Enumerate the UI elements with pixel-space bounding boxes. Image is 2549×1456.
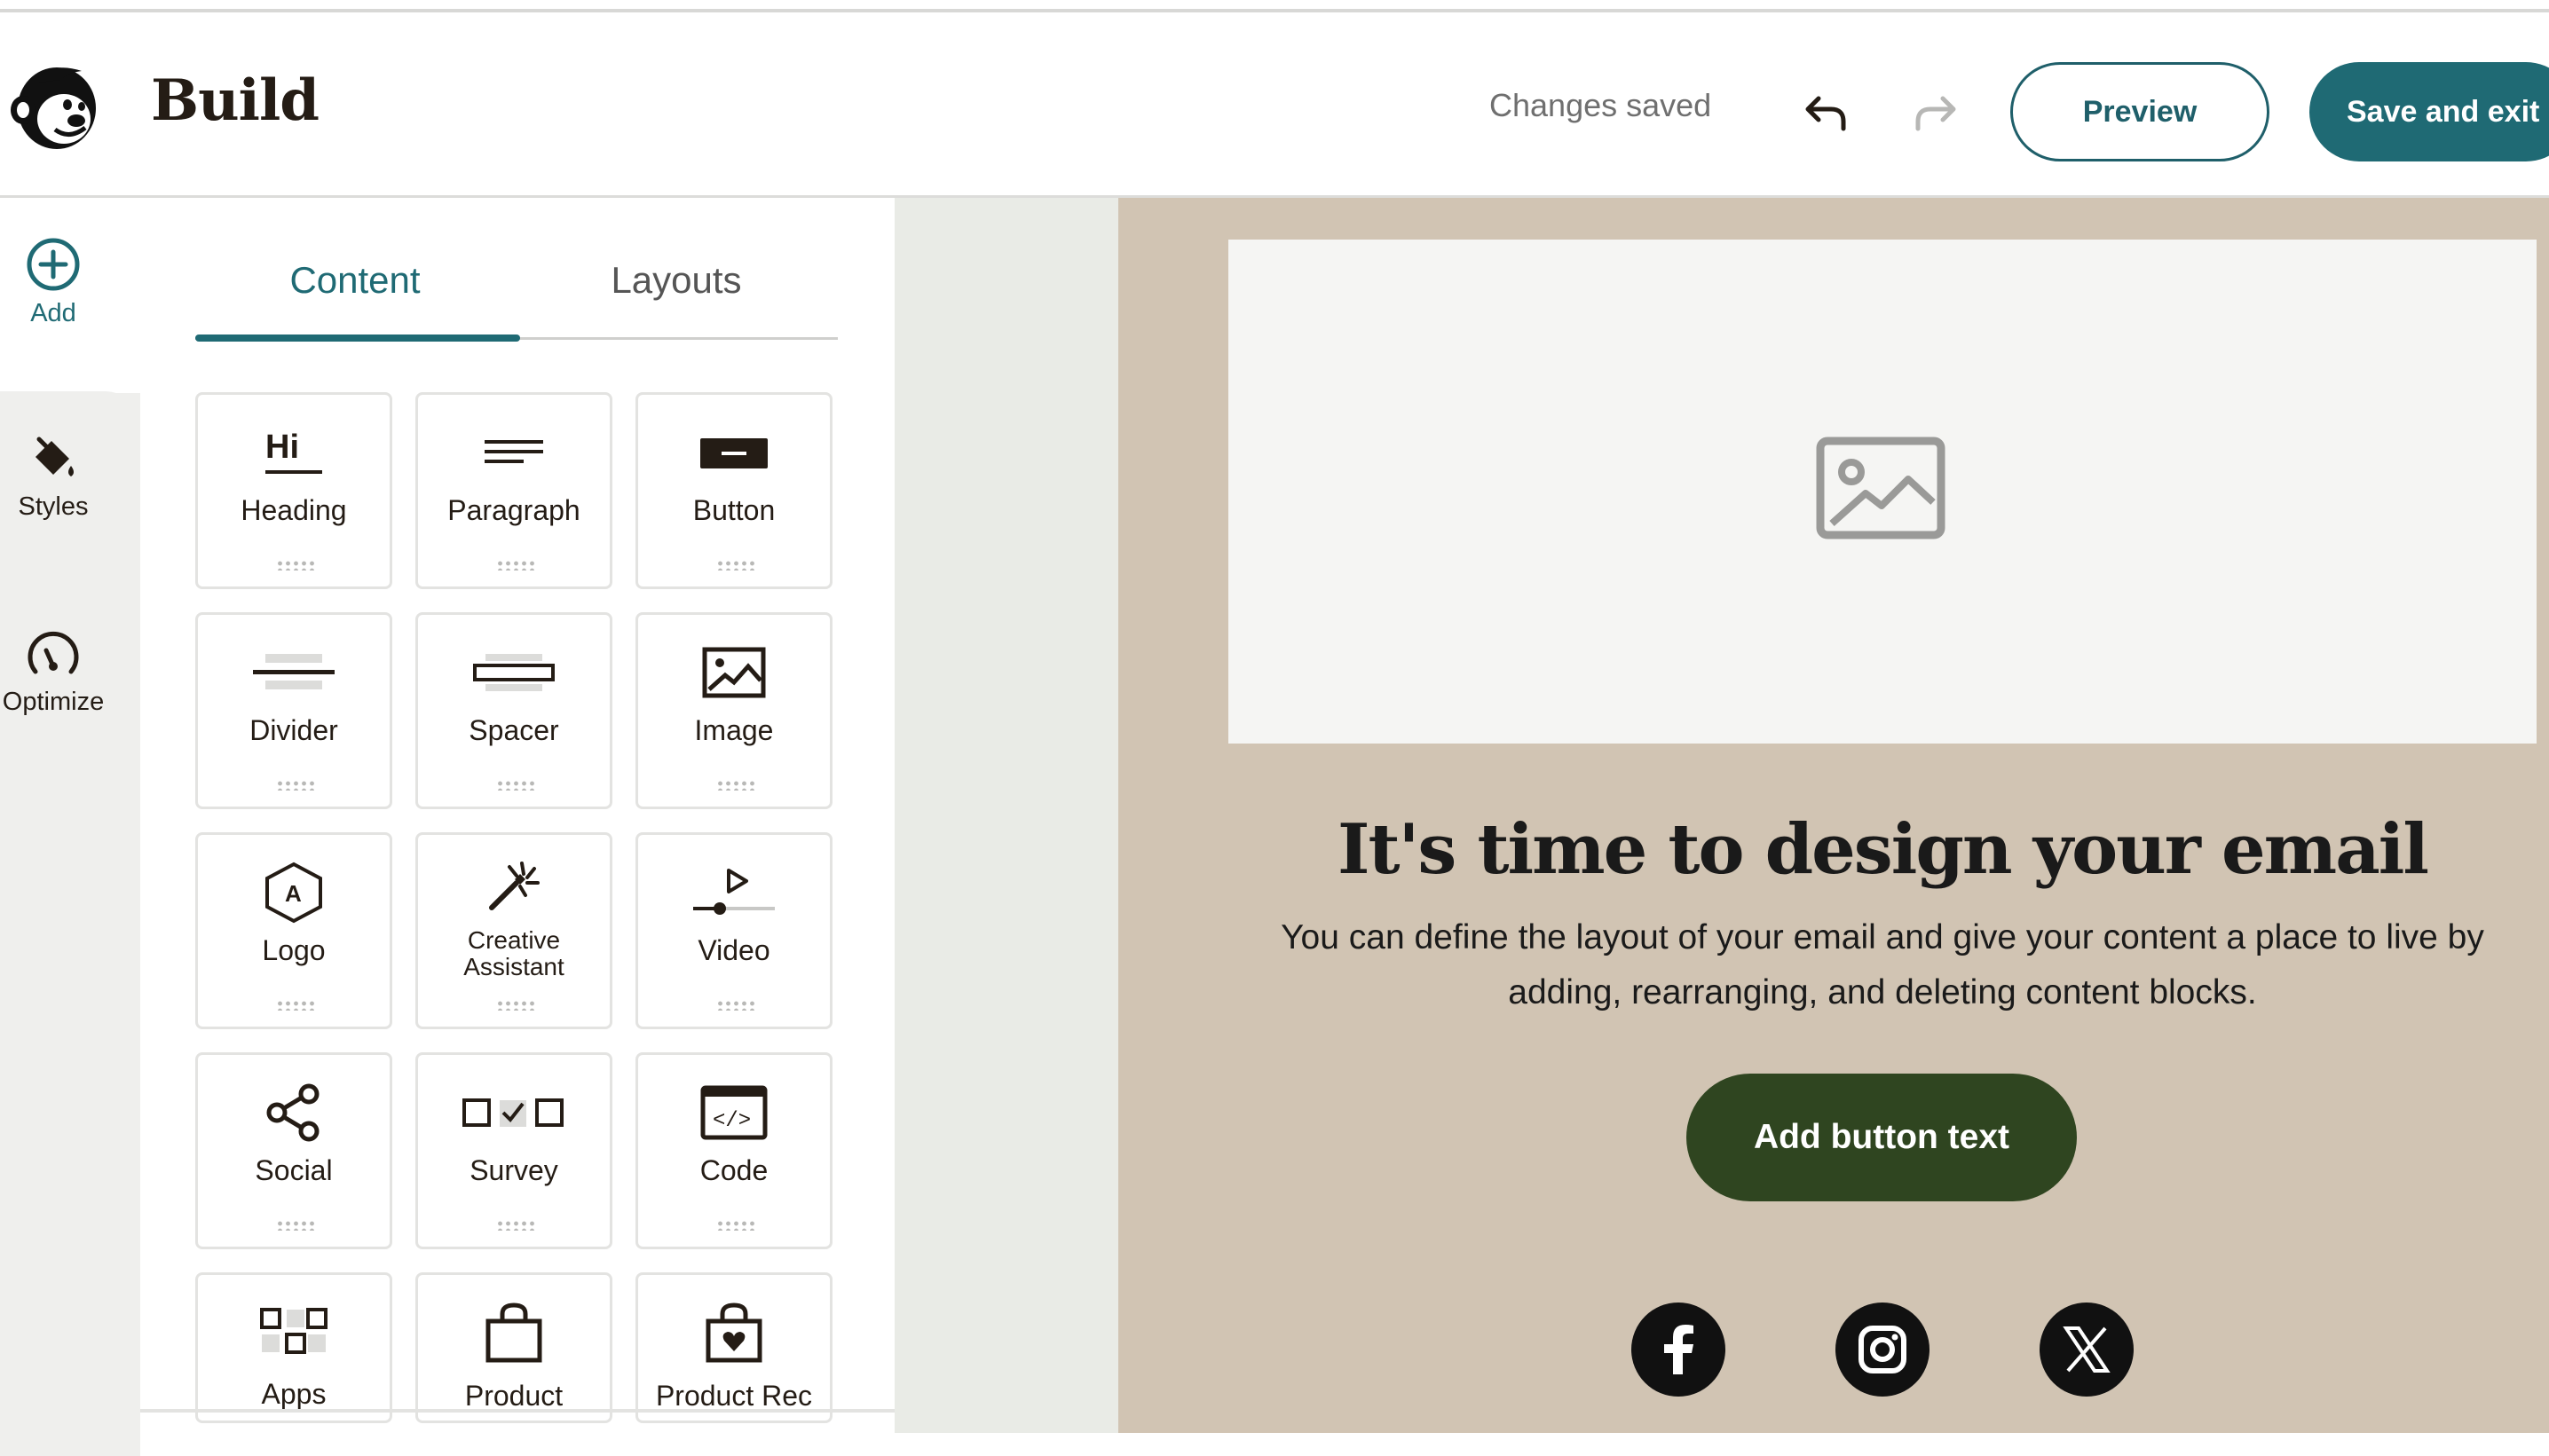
redo-icon xyxy=(1915,96,1956,131)
active-tab-indicator xyxy=(195,334,520,342)
mailchimp-logo-icon[interactable] xyxy=(5,51,103,158)
top-header: Build Changes saved Preview Save and exi… xyxy=(0,12,2549,198)
preview-button[interactable]: Preview xyxy=(2010,62,2269,161)
drag-handle-icon[interactable] xyxy=(716,560,757,571)
block-apps[interactable]: Apps xyxy=(195,1272,392,1423)
block-logo[interactable]: A Logo xyxy=(195,832,392,1029)
survey-icon xyxy=(418,1082,610,1144)
divider-icon xyxy=(198,641,390,704)
block-label: Product Rec xyxy=(655,1380,813,1412)
drag-handle-icon[interactable] xyxy=(496,560,537,571)
tab-layouts[interactable]: Layouts xyxy=(517,259,836,302)
email-cta-button[interactable]: Add button text xyxy=(1686,1074,2077,1201)
block-label: Image xyxy=(694,714,774,746)
block-label: Spacer xyxy=(469,714,559,746)
logo-icon: A xyxy=(198,862,390,924)
panel-tabs: Content Layouts xyxy=(195,240,838,342)
block-spacer[interactable]: Spacer xyxy=(415,612,612,809)
svg-text:</>: </> xyxy=(713,1109,751,1133)
window-top-border xyxy=(0,0,2549,12)
block-heading[interactable]: Hi Heading xyxy=(195,392,392,589)
magic-wand-icon xyxy=(418,854,610,917)
save-status: Changes saved xyxy=(1489,87,1712,123)
redo-button[interactable] xyxy=(1899,85,1970,140)
block-paragraph[interactable]: Paragraph xyxy=(415,392,612,589)
drag-handle-icon[interactable] xyxy=(496,780,537,791)
rail-lower-area xyxy=(0,391,140,1456)
block-label: Paragraph xyxy=(447,494,580,526)
drag-handle-icon[interactable] xyxy=(716,780,757,791)
code-icon: </> xyxy=(638,1082,830,1144)
shopping-bag-icon xyxy=(418,1302,610,1364)
block-label: Logo xyxy=(262,934,326,966)
plus-circle-icon xyxy=(27,238,80,291)
undo-icon xyxy=(1805,96,1846,131)
block-label: Divider xyxy=(249,714,338,746)
block-video[interactable]: Video xyxy=(635,832,833,1029)
x-icon[interactable] xyxy=(2040,1303,2134,1397)
drag-handle-icon[interactable] xyxy=(496,1220,537,1231)
block-image[interactable]: Image xyxy=(635,612,833,809)
block-label: Video xyxy=(698,934,770,966)
image-icon xyxy=(638,641,830,704)
facebook-icon[interactable] xyxy=(1631,1303,1725,1397)
rail-item-label: Optimize xyxy=(2,688,105,716)
apps-icon xyxy=(198,1302,390,1364)
rail-item-label: Add xyxy=(30,299,76,327)
block-label: Product xyxy=(464,1380,564,1412)
drag-handle-icon[interactable] xyxy=(716,1000,757,1011)
gauge-icon xyxy=(28,631,79,674)
rail-item-optimize[interactable]: Optimize xyxy=(0,627,107,717)
block-label: Creative Assistant xyxy=(463,926,564,980)
block-social[interactable]: Social xyxy=(195,1052,392,1249)
block-code[interactable]: </> Code xyxy=(635,1052,833,1249)
paragraph-icon xyxy=(418,421,610,484)
block-creative-assistant[interactable]: Creative Assistant xyxy=(415,832,612,1029)
email-body-text[interactable]: You can define the layout of your email … xyxy=(1228,910,2537,1020)
drag-handle-icon[interactable] xyxy=(276,780,317,791)
button-icon xyxy=(638,421,830,484)
email-heading[interactable]: It's time to design your email xyxy=(1228,809,2537,890)
tab-content[interactable]: Content xyxy=(195,259,515,302)
rail-item-add[interactable]: Add xyxy=(0,237,107,328)
undo-button[interactable] xyxy=(1791,85,1862,140)
spacer-icon xyxy=(418,641,610,704)
block-label: Button xyxy=(692,494,776,526)
svg-text:Hi: Hi xyxy=(265,429,299,466)
drag-handle-icon[interactable] xyxy=(276,1000,317,1011)
video-icon xyxy=(638,862,830,924)
block-label: Apps xyxy=(261,1378,327,1410)
share-icon xyxy=(198,1082,390,1144)
panel-bottom-border xyxy=(140,1409,895,1413)
block-label: Social xyxy=(255,1154,333,1186)
email-image-placeholder[interactable] xyxy=(1228,240,2537,744)
instagram-icon[interactable] xyxy=(1835,1303,1930,1397)
image-placeholder-icon xyxy=(1816,437,1945,539)
left-rail: Add Styles Optimize xyxy=(0,198,142,1456)
paint-bucket-icon xyxy=(36,437,74,476)
block-label: Survey xyxy=(470,1154,558,1186)
drag-handle-icon[interactable] xyxy=(276,560,317,571)
rail-item-styles[interactable]: Styles xyxy=(0,432,107,522)
drag-handle-icon[interactable] xyxy=(496,1000,537,1011)
canvas-gutter xyxy=(895,198,1118,1433)
save-and-exit-button[interactable]: Save and exit xyxy=(2309,62,2549,161)
heart-bag-icon xyxy=(638,1302,830,1364)
block-label: Heading xyxy=(241,494,347,526)
drag-handle-icon[interactable] xyxy=(716,1220,757,1231)
block-button[interactable]: Button xyxy=(635,392,833,589)
block-label: Code xyxy=(699,1154,769,1186)
block-survey[interactable]: Survey xyxy=(415,1052,612,1249)
page-title: Build xyxy=(151,67,320,134)
block-product-rec[interactable]: Product Rec xyxy=(635,1272,833,1423)
svg-text:A: A xyxy=(285,880,302,907)
drag-handle-icon[interactable] xyxy=(276,1220,317,1231)
block-divider[interactable]: Divider xyxy=(195,612,392,809)
heading-icon: Hi xyxy=(198,421,390,484)
block-product[interactable]: Product xyxy=(415,1272,612,1423)
rail-item-label: Styles xyxy=(18,492,89,521)
